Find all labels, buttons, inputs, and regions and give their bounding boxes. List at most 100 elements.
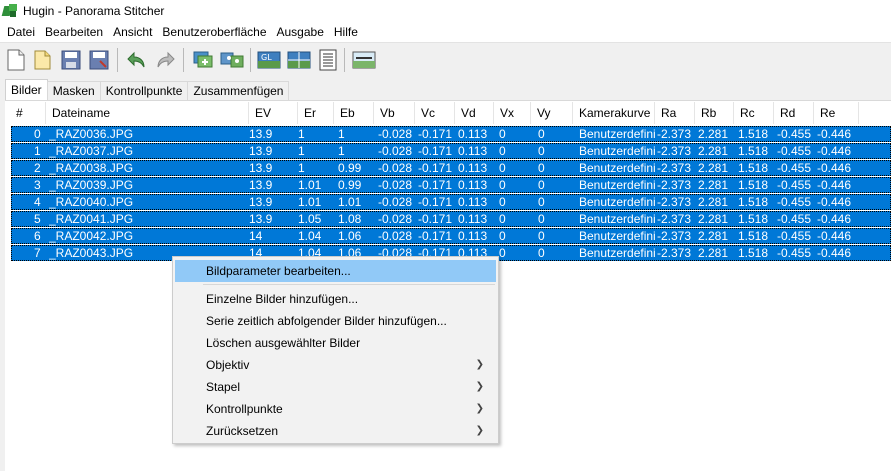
menu-bearbeiten[interactable]: Bearbeiten [40, 25, 108, 39]
row-rc: 1.518 [738, 246, 769, 260]
row-vc: -0.171 [418, 212, 453, 226]
table-row[interactable]: 2 _RAZ0038.JPG 13.9 1 0.99 -0.028 -0.171… [11, 160, 891, 176]
column-header-dateiname[interactable]: Dateiname [46, 102, 249, 124]
column-header-vy[interactable]: Vy [531, 102, 573, 124]
column-header-ra[interactable]: Ra [655, 102, 695, 124]
row-rc: 1.518 [738, 178, 769, 192]
menu-item-bildparameter-bearbeiten[interactable]: Bildparameter bearbeiten... [175, 260, 496, 282]
menu-item-kontrollpunkte[interactable]: Kontrollpunkte ❯ [175, 398, 496, 420]
add-images-icon[interactable] [191, 48, 215, 72]
row-re: -0.446 [817, 195, 852, 209]
column-header-ev[interactable]: EV [249, 102, 298, 124]
row-rb: 2.281 [698, 144, 729, 158]
svg-text:GL: GL [261, 53, 272, 62]
row-rb: 2.281 [698, 229, 729, 243]
row-vy: 0 [538, 178, 545, 192]
column-header-vb[interactable]: Vb [374, 102, 415, 124]
row-vx: 0 [499, 212, 506, 226]
row-rd: -0.455 [777, 229, 812, 243]
row-re: -0.446 [817, 127, 852, 141]
column-header-re[interactable]: Re [814, 102, 859, 124]
row-rc: 1.518 [738, 212, 769, 226]
menu-item-einzelne-bilder-hinzufuegen[interactable]: Einzelne Bilder hinzufügen... [175, 288, 496, 310]
row-filename: _RAZ0042.JPG [49, 229, 134, 243]
fast-preview-icon[interactable] [287, 48, 311, 72]
menu-hilfe[interactable]: Hilfe [329, 25, 363, 39]
menu-item-serie-hinzufuegen[interactable]: Serie zeitlich abfolgender Bilder hinzuf… [175, 310, 496, 332]
menu-ansicht[interactable]: Ansicht [108, 25, 157, 39]
column-header-vc[interactable]: Vc [415, 102, 455, 124]
menu-item-zuruecksetzen[interactable]: Zurücksetzen ❯ [175, 420, 496, 442]
undo-icon[interactable] [125, 48, 149, 72]
row-ev: 13.9 [249, 127, 273, 141]
table-row[interactable]: 5 _RAZ0041.JPG 13.9 1.05 1.08 -0.028 -0.… [11, 211, 891, 227]
control-points-icon[interactable] [220, 48, 244, 72]
menu-item-loeschen[interactable]: Löschen ausgewählter Bilder [175, 332, 496, 354]
title-bar: Hugin - Panorama Stitcher [0, 0, 891, 22]
menu-separator [203, 284, 495, 285]
redo-icon[interactable] [153, 48, 177, 72]
menu-item-label: Einzelne Bilder hinzufügen... [206, 292, 359, 306]
new-file-icon[interactable] [4, 48, 28, 72]
toolbar-separator [183, 48, 184, 72]
row-ev: 13.9 [249, 212, 273, 226]
row-re: -0.446 [817, 212, 852, 226]
column-header-vx[interactable]: Vx [494, 102, 531, 124]
row-vc: -0.171 [418, 127, 453, 141]
tab-bar: Bilder Masken Kontrollpunkte Zusammenfüg… [5, 79, 290, 101]
row-rc: 1.518 [738, 127, 769, 141]
menu-item-label: Kontrollpunkte [206, 402, 283, 416]
tab-masken[interactable]: Masken [46, 81, 101, 101]
table-row[interactable]: 3 _RAZ0039.JPG 13.9 1.01 0.99 -0.028 -0.… [11, 177, 891, 193]
row-kamerakurve: Benutzerdefini [579, 212, 656, 226]
stitch-icon[interactable] [352, 48, 376, 72]
menu-item-objektiv[interactable]: Objektiv ❯ [175, 354, 496, 376]
column-header-kamerakurve[interactable]: Kamerakurve [573, 102, 655, 124]
column-header-rd[interactable]: Rd [774, 102, 814, 124]
table-row[interactable]: 1 _RAZ0037.JPG 13.9 1 1 -0.028 -0.171 0.… [11, 143, 891, 159]
image-list-icon[interactable] [316, 48, 340, 72]
column-header-rb[interactable]: Rb [695, 102, 734, 124]
table-row[interactable]: 4 _RAZ0040.JPG 13.9 1.01 1.01 -0.028 -0.… [11, 194, 891, 210]
row-number: 2 [34, 161, 41, 175]
menu-ausgabe[interactable]: Ausgabe [272, 25, 329, 39]
row-ra: -2.373 [657, 127, 692, 141]
column-header-vd[interactable]: Vd [455, 102, 494, 124]
menu-item-stapel[interactable]: Stapel ❯ [175, 376, 496, 398]
submenu-arrow-icon: ❯ [475, 403, 484, 414]
table-row[interactable]: 6 _RAZ0042.JPG 14 1.04 1.06 -0.028 -0.17… [11, 228, 891, 244]
column-header-number[interactable]: # [10, 102, 46, 124]
menu-benutzeroberflaeche[interactable]: Benutzeroberfläche [157, 25, 271, 39]
save-as-icon[interactable] [87, 48, 111, 72]
row-ev: 14 [249, 229, 263, 243]
tab-bilder[interactable]: Bilder [5, 79, 48, 101]
row-vx: 0 [499, 178, 506, 192]
column-header-rc[interactable]: Rc [734, 102, 774, 124]
row-er: 1.05 [298, 212, 322, 226]
row-vb: -0.028 [378, 212, 413, 226]
row-rc: 1.518 [738, 144, 769, 158]
menu-item-label: Bildparameter bearbeiten... [206, 264, 351, 278]
row-filename: _RAZ0039.JPG [49, 178, 134, 192]
row-ra: -2.373 [657, 212, 692, 226]
tab-zusammenfuegen[interactable]: Zusammenfügen [187, 81, 290, 101]
save-icon[interactable] [59, 48, 83, 72]
column-header-er[interactable]: Er [298, 102, 334, 124]
row-er: 1 [298, 144, 305, 158]
menu-datei[interactable]: Datei [2, 25, 40, 39]
table-row[interactable]: 0 _RAZ0036.JPG 13.9 1 1 -0.028 -0.171 0.… [11, 126, 891, 142]
row-rc: 1.518 [738, 195, 769, 209]
row-number: 1 [34, 144, 41, 158]
row-vx: 0 [499, 144, 506, 158]
row-ra: -2.373 [657, 229, 692, 243]
tab-kontrollpunkte[interactable]: Kontrollpunkte [99, 81, 189, 101]
open-folder-icon[interactable] [31, 48, 55, 72]
row-re: -0.446 [817, 229, 852, 243]
row-vx: 0 [499, 195, 506, 209]
row-ev: 13.9 [249, 195, 273, 209]
column-header-eb[interactable]: Eb [334, 102, 374, 124]
opengl-preview-icon[interactable]: GL [257, 48, 281, 72]
row-filename: _RAZ0038.JPG [49, 161, 134, 175]
row-vb: -0.028 [378, 161, 413, 175]
row-rd: -0.455 [777, 144, 812, 158]
